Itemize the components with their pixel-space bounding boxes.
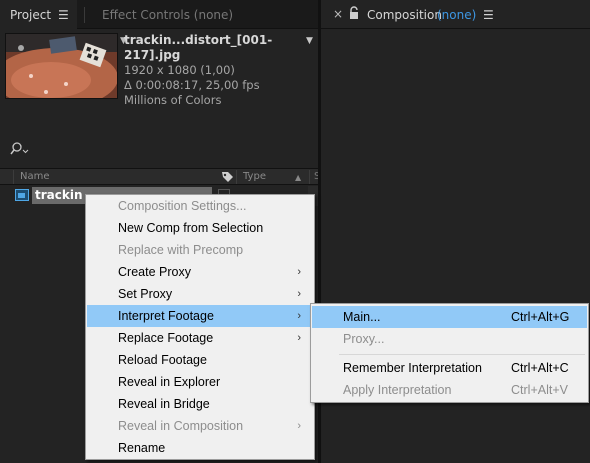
panel-menu-icon[interactable]: ☰: [483, 8, 494, 22]
chevron-right-icon: ›: [297, 288, 301, 300]
interpret-footage-submenu: Main... Ctrl+Alt+G Proxy... Remember Interp…: [310, 303, 589, 403]
column-header: Name Type ▲ S: [0, 168, 320, 187]
footage-duration: Δ 0:00:08:17, 25,00 fps: [124, 78, 260, 92]
menu-item-reveal-in-explorer[interactable]: Reveal in Explorer: [87, 371, 313, 393]
menu-item-composition-settings[interactable]: Composition Settings...: [87, 195, 313, 217]
shortcut-label: Ctrl+Alt+G: [511, 310, 570, 324]
menu-item-label: Composition Settings...: [118, 199, 247, 213]
menu-item-reveal-in-composition[interactable]: Reveal in Composition ›: [87, 415, 313, 437]
row-name[interactable]: trackin: [35, 188, 83, 202]
footage-colors: Millions of Colors: [124, 93, 222, 107]
context-menu: Composition Settings... New Comp from Sel…: [85, 194, 315, 460]
footage-filename: trackin...distort_[001-217].jpg: [124, 33, 273, 62]
shortcut-label: Ctrl+Alt+V: [511, 383, 568, 397]
close-icon[interactable]: ×: [333, 7, 343, 21]
sort-arrow-icon[interactable]: ▲: [295, 173, 301, 182]
chevron-right-icon: ›: [297, 266, 301, 278]
footage-thumbnail: [5, 33, 118, 99]
chevron-right-icon: ›: [297, 420, 301, 432]
menu-item-rename[interactable]: Rename: [87, 437, 313, 459]
menu-item-set-proxy[interactable]: Set Proxy ›: [87, 283, 313, 305]
submenu-item-apply-interpretation[interactable]: Apply Interpretation Ctrl+Alt+V: [312, 379, 587, 401]
menu-separator: [339, 354, 585, 355]
menu-item-label: Replace Footage: [118, 331, 214, 345]
column-divider: [13, 170, 14, 184]
submenu-item-label: Apply Interpretation: [343, 383, 452, 397]
tab-project-label: Project: [10, 8, 52, 22]
menu-item-replace-with-precomp[interactable]: Replace with Precomp: [87, 239, 313, 261]
footage-icon: [15, 189, 29, 201]
submenu-item-main[interactable]: Main... Ctrl+Alt+G: [312, 306, 587, 328]
menu-item-reveal-in-bridge[interactable]: Reveal in Bridge: [87, 393, 313, 415]
panel-menu-icon[interactable]: ☰: [58, 8, 69, 22]
lock-icon[interactable]: [348, 6, 360, 23]
menu-item-label: Set Proxy: [118, 287, 173, 301]
menu-item-label: Reveal in Explorer: [118, 375, 221, 389]
submenu-item-label: Proxy...: [343, 332, 385, 346]
menu-item-reload-footage[interactable]: Reload Footage: [87, 349, 313, 371]
chevron-right-icon: ›: [297, 332, 301, 344]
tab-composition[interactable]: Composition: [367, 8, 442, 22]
menu-item-label: Interpret Footage: [118, 309, 214, 323]
submenu-item-label: Remember Interpretation: [343, 361, 482, 375]
menu-item-new-comp-from-selection[interactable]: New Comp from Selection: [87, 217, 313, 239]
menu-item-replace-footage[interactable]: Replace Footage ›: [87, 327, 313, 349]
tab-effect-controls[interactable]: Effect Controls (none): [102, 8, 233, 22]
tab-divider: [84, 7, 85, 23]
menu-item-label: Replace with Precomp: [118, 243, 244, 257]
footage-resolution: 1920 x 1080 (1,00): [124, 63, 235, 77]
project-tabbar: Project ☰ Effect Controls (none): [0, 0, 318, 29]
label-tag-icon[interactable]: [220, 170, 234, 187]
menu-item-label: Reveal in Composition: [118, 419, 244, 433]
info-dropdown-arrow[interactable]: ▼: [306, 36, 313, 46]
submenu-item-label: Main...: [343, 310, 381, 324]
shortcut-label: Ctrl+Alt+C: [511, 361, 569, 375]
submenu-item-proxy[interactable]: Proxy...: [312, 328, 587, 350]
tab-project[interactable]: Project ☰: [0, 0, 77, 29]
column-name[interactable]: Name: [20, 171, 50, 182]
footage-info: trackin...distort_[001-217].jpg 1920 x 1…: [124, 33, 318, 108]
column-type[interactable]: Type: [243, 171, 266, 182]
column-divider: [309, 170, 310, 184]
menu-item-interpret-footage[interactable]: Interpret Footage ›: [87, 305, 313, 327]
menu-item-label: Create Proxy: [118, 265, 191, 279]
menu-item-create-proxy[interactable]: Create Proxy ›: [87, 261, 313, 283]
composition-tabbar: × Composition (none) ☰: [321, 0, 590, 29]
submenu-item-remember-interpretation[interactable]: Remember Interpretation Ctrl+Alt+C: [312, 357, 587, 379]
chevron-right-icon: ›: [297, 310, 301, 322]
menu-item-label: Reveal in Bridge: [118, 397, 210, 411]
menu-item-label: Rename: [118, 441, 166, 455]
menu-item-label: New Comp from Selection: [118, 221, 264, 235]
column-divider: [236, 170, 237, 184]
search-icon[interactable]: [9, 142, 31, 159]
menu-item-label: Reload Footage: [118, 353, 207, 367]
composition-value[interactable]: (none): [437, 8, 476, 22]
